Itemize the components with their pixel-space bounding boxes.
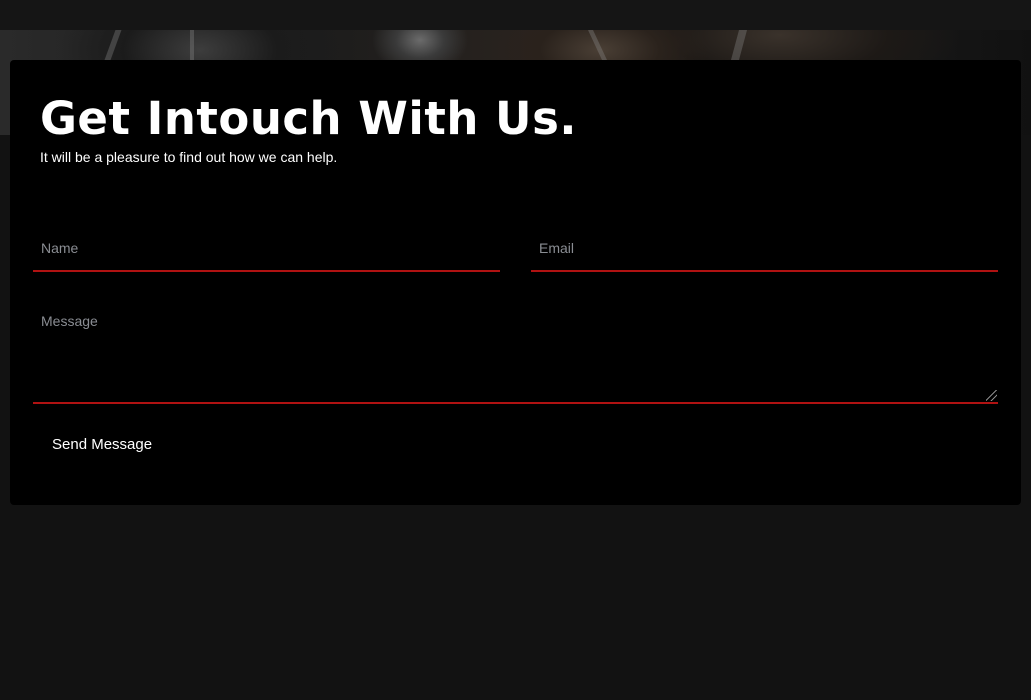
message-field	[33, 305, 998, 404]
contact-subtitle: It will be a pleasure to find out how we…	[40, 149, 338, 165]
send-message-button[interactable]: Send Message	[40, 430, 164, 458]
name-input[interactable]	[33, 225, 500, 270]
contact-title: Get Intouch With Us.	[40, 92, 577, 145]
name-field	[33, 225, 500, 272]
message-textarea[interactable]	[33, 305, 998, 402]
contact-form-card: Get Intouch With Us. It will be a pleasu…	[10, 60, 1021, 505]
email-field	[531, 225, 998, 272]
top-bar	[0, 0, 1031, 30]
resize-grip-icon[interactable]	[986, 390, 997, 401]
email-input[interactable]	[531, 225, 998, 270]
